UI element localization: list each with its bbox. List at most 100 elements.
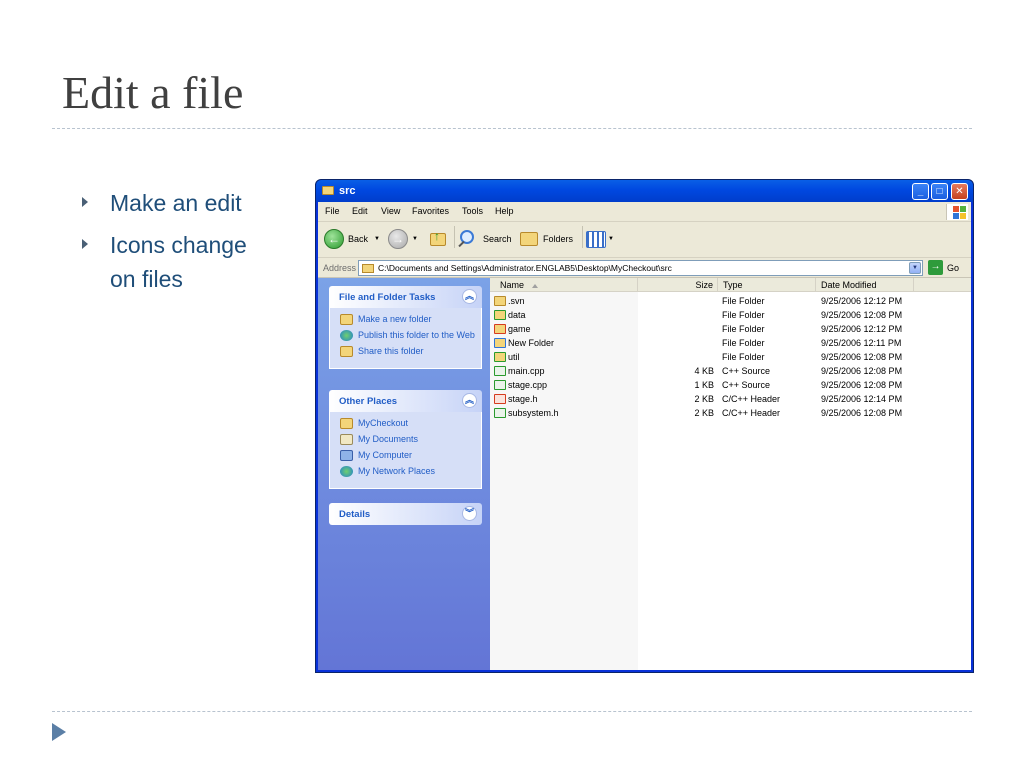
window-titlebar[interactable]: src _ □ ✕ [316,180,973,202]
menu-view[interactable]: View [381,206,400,216]
column-headers: Name Size Type Date Modified [490,278,971,292]
slide-corner-arrow-icon [52,723,66,741]
file-row[interactable]: util File Folder 9/25/2006 12:08 PM [490,350,971,364]
sort-ascending-icon [532,283,539,288]
file-size: 2 KB [694,394,714,404]
svn-folder-modified-icon [494,352,506,362]
menu-help[interactable]: Help [495,206,514,216]
collapse-icon[interactable]: ︽ [462,393,477,408]
column-header-type[interactable]: Type [718,278,816,292]
panel-title: Other Places [339,396,398,407]
menu-favorites[interactable]: Favorites [412,206,449,216]
address-input[interactable]: C:\Documents and Settings\Administrator.… [358,260,923,276]
file-name: main.cpp [508,366,545,376]
folder-icon [340,418,353,429]
globe-icon [340,330,353,341]
views-button[interactable]: ▼ [586,229,616,251]
bullet-text: Icons change on files [110,232,247,292]
panel-header[interactable]: Other Places ︽ [329,390,482,412]
svn-file-normal-icon [494,380,506,390]
file-list: Name Size Type Date Modified .svn File Fo… [490,278,971,670]
file-type: File Folder [722,324,765,334]
menu-bar: File Edit View Favorites Tools Help [318,202,971,222]
toolbar-separator [582,226,583,248]
file-row[interactable]: New Folder File Folder 9/25/2006 12:11 PM [490,336,971,350]
menu-file[interactable]: File [325,206,340,216]
minimize-button[interactable]: _ [912,183,929,200]
file-type: C++ Source [722,380,771,390]
new-folder-icon [340,314,353,325]
file-row[interactable]: .svn File Folder 9/25/2006 12:12 PM [490,294,971,308]
column-header-date-modified[interactable]: Date Modified [816,278,914,292]
menu-tools[interactable]: Tools [462,206,483,216]
file-row[interactable]: data File Folder 9/25/2006 12:08 PM [490,308,971,322]
bullet-item: Icons change on files [78,228,278,296]
panel-title: Details [339,509,371,520]
file-type: File Folder [722,310,765,320]
folders-button[interactable]: Folders [520,229,580,251]
bullet-text: Make an edit [110,190,242,216]
my-computer-icon [340,450,353,461]
address-label: Address [323,263,357,273]
file-name: stage.cpp [508,380,548,390]
task-make-new-folder[interactable]: Make a new folder [330,314,481,325]
file-size: 1 KB [694,380,714,390]
file-row[interactable]: game File Folder 9/25/2006 12:12 PM [490,322,971,336]
svn-file-modified-icon [494,394,506,404]
file-row[interactable]: stage.cpp 1 KB C++ Source 9/25/2006 12:08 P… [490,378,971,392]
file-row[interactable]: stage.h 2 KB C/C++ Header 9/25/2006 12:14 P… [490,392,971,406]
column-header-name[interactable]: Name [490,278,638,292]
close-button[interactable]: ✕ [951,183,968,200]
file-name: stage.h [508,394,538,404]
file-row[interactable]: main.cpp 4 KB C++ Source 9/25/2006 12:08 PM [490,364,971,378]
folder-icon [322,186,334,195]
place-mycheckout[interactable]: MyCheckout [330,418,481,429]
dropdown-arrow-icon: ▼ [412,236,418,242]
place-my-documents[interactable]: My Documents [330,434,481,445]
place-my-computer[interactable]: My Computer [330,450,481,461]
panel-body: Make a new folder Publish this folder to… [329,308,482,369]
panel-title: File and Folder Tasks [339,292,436,303]
svn-folder-modified-icon [494,310,506,320]
back-button[interactable]: ← Back ▼ [324,229,382,251]
toolbar-separator [454,226,455,248]
file-date-modified: 9/25/2006 12:08 PM [821,408,903,418]
search-button[interactable]: Search [458,229,514,251]
details-panel: Details ︾ [329,503,482,525]
column-header-size[interactable]: Size [638,278,718,292]
go-arrow-icon[interactable]: → [928,260,943,275]
file-date-modified: 9/25/2006 12:08 PM [821,310,903,320]
address-dropdown-button[interactable]: ▼ [909,262,921,274]
menu-edit[interactable]: Edit [352,206,368,216]
file-date-modified: 9/25/2006 12:12 PM [821,324,903,334]
folder-icon [362,264,374,273]
slide-title: Edit a file [62,67,244,118]
window-title: src [339,185,356,197]
file-row[interactable]: subsystem.h 2 KB C/C++ Header 9/25/2006 12:… [490,406,971,420]
place-my-network-places[interactable]: My Network Places [330,466,481,477]
file-size: 2 KB [694,408,714,418]
panel-body: MyCheckout My Documents My Computer My N… [329,412,482,489]
go-button[interactable]: Go [947,263,959,273]
file-type: File Folder [722,338,765,348]
bullet-arrow-icon [82,197,88,207]
file-date-modified: 9/25/2006 12:11 PM [821,338,902,348]
task-publish-folder[interactable]: Publish this folder to the Web [330,330,481,341]
maximize-button[interactable]: □ [931,183,948,200]
file-date-modified: 9/25/2006 12:08 PM [821,352,903,362]
collapse-icon[interactable]: ︽ [462,289,477,304]
file-name: util [508,352,520,362]
footer-divider [52,711,972,712]
up-folder-button[interactable]: ↑ [428,229,450,251]
task-share-folder[interactable]: Share this folder [330,346,481,357]
forward-button[interactable]: → ▼ [388,229,422,251]
file-date-modified: 9/25/2006 12:14 PM [821,394,903,404]
file-type: C++ Source [722,366,771,376]
file-name: data [508,310,526,320]
expand-icon[interactable]: ︾ [462,506,477,521]
panel-header[interactable]: Details ︾ [329,503,482,525]
file-name: New Folder [508,338,555,348]
search-label: Search [483,234,512,244]
panel-header[interactable]: File and Folder Tasks ︽ [329,286,482,308]
bullet-list: Make an edit Icons change on files [78,186,278,304]
